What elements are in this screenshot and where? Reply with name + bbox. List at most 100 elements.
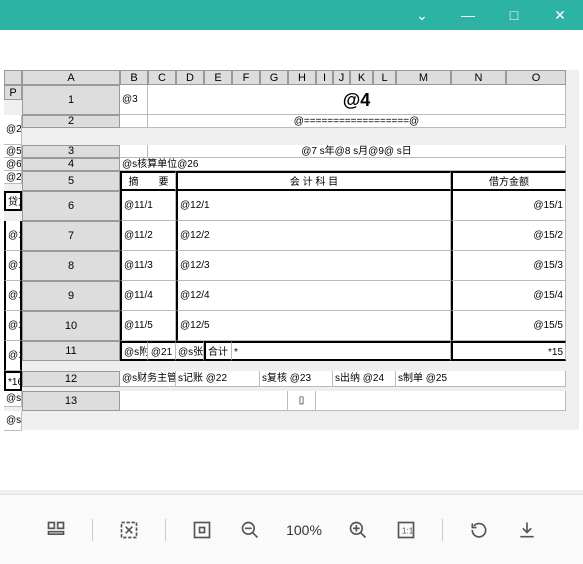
cell-P12[interactable]: @s经办人： — [4, 391, 22, 407]
cell-P4[interactable]: @28 — [4, 171, 22, 184]
cell-A10[interactable]: @11/5 — [120, 311, 176, 341]
svg-text:1:1: 1:1 — [402, 525, 414, 535]
select-all[interactable] — [4, 70, 22, 85]
cell-P10[interactable]: @16/5 — [4, 341, 22, 371]
cell-D8[interactable]: @12/3 — [176, 251, 451, 281]
row-header-1[interactable]: 1 — [22, 85, 120, 115]
cell-P1[interactable]: @27 — [4, 115, 22, 145]
cell-A6[interactable]: @11/1 — [120, 191, 176, 221]
cell-P9[interactable]: @16/4 — [4, 311, 22, 341]
col-header-M[interactable]: M — [396, 70, 451, 85]
cell-mid3[interactable]: @7 s年@8 s月@9@ s日 — [148, 145, 566, 158]
header-credit[interactable]: 贷方金额 — [4, 191, 22, 211]
cell-mid2[interactable]: @==================@ — [148, 115, 566, 128]
col-header-F[interactable]: F — [232, 70, 260, 85]
cell-D7[interactable]: @12/2 — [176, 221, 451, 251]
minimize-button[interactable]: — — [445, 0, 491, 30]
header-summary[interactable]: 摘 要 — [120, 171, 176, 191]
zoom-in-icon[interactable] — [346, 518, 370, 542]
rotate-icon[interactable] — [467, 518, 491, 542]
cell-D10[interactable]: @12/5 — [176, 311, 451, 341]
col-header-B[interactable]: B — [120, 70, 148, 85]
row-header-11[interactable]: 11 — [22, 341, 120, 361]
cell-A11[interactable]: @s附单据数 — [120, 341, 148, 361]
cell-A3[interactable] — [120, 145, 148, 158]
window-titlebar: ⌄ — □ ✕ — [0, 0, 583, 30]
col-header-E[interactable]: E — [204, 70, 232, 85]
cell-C11[interactable]: @s张 — [176, 341, 204, 361]
row-header-13[interactable]: 13 — [22, 391, 120, 411]
cell-A2[interactable] — [120, 115, 148, 128]
row-header-9[interactable]: 9 — [22, 281, 120, 311]
cell-P2[interactable]: @5 — [4, 145, 22, 158]
cell-N11[interactable]: *15 — [451, 341, 566, 361]
cell-E11[interactable]: * — [232, 341, 451, 361]
row-header-10[interactable]: 10 — [22, 311, 120, 341]
col-header-O[interactable]: O — [506, 70, 566, 85]
col-header-A[interactable]: A — [22, 70, 120, 85]
cell-N6[interactable]: @15/1 — [451, 191, 566, 221]
document-viewport: ABCDEFGHIJKLMNO P1@3@4 @272 @==============… — [0, 30, 583, 490]
download-icon[interactable] — [515, 518, 539, 542]
cell-N10[interactable]: @15/5 — [451, 311, 566, 341]
cell-A4[interactable]: @s核算单位@26 — [120, 158, 566, 171]
cell-P3[interactable]: @6 — [4, 158, 22, 171]
cell-A7[interactable]: @11/2 — [120, 221, 176, 251]
cell-A9[interactable]: @11/4 — [120, 281, 176, 311]
cell-mid13[interactable] — [316, 391, 566, 411]
cell-K12[interactable]: s出纳 @24 — [333, 371, 396, 387]
close-button[interactable]: ✕ — [537, 0, 583, 30]
zoom-out-icon[interactable] — [238, 518, 262, 542]
col-header-J[interactable]: J — [333, 70, 350, 85]
row-header-4[interactable]: 4 — [22, 158, 120, 171]
actual-size-icon[interactable]: 1:1 — [394, 518, 418, 542]
col-header-C[interactable]: C — [148, 70, 176, 85]
cell-D11[interactable]: 合计 — [204, 341, 232, 361]
col-header-G[interactable]: G — [260, 70, 288, 85]
row-header-7[interactable]: 7 — [22, 221, 120, 251]
col-header-I[interactable]: I — [316, 70, 333, 85]
zoom-level: 100% — [286, 522, 322, 538]
cell-N7[interactable]: @15/2 — [451, 221, 566, 251]
cell-D12[interactable]: s记账 @22 — [176, 371, 260, 387]
cell-P8[interactable]: @16/3 — [4, 281, 22, 311]
row-header-6[interactable]: 6 — [22, 191, 120, 221]
shuffle-icon[interactable] — [117, 518, 141, 542]
row-header-2[interactable]: 2 — [22, 115, 120, 128]
col-header-H[interactable]: H — [288, 70, 316, 85]
cell-P11[interactable]: *16 — [4, 371, 22, 391]
title-cell[interactable]: @4 — [148, 85, 566, 115]
viewer-toolbar: 100% 1:1 — [0, 494, 583, 564]
cell-G12[interactable]: s复核 @23 — [260, 371, 333, 387]
row-header-8[interactable]: 8 — [22, 251, 120, 281]
header-subject[interactable]: 会 计 科 目 — [176, 171, 451, 191]
cell-P13[interactable]: @s[新骏爵软件] — [4, 411, 22, 431]
row-header-12[interactable]: 12 — [22, 371, 120, 387]
row-header-5[interactable]: 5 — [22, 171, 120, 191]
cell-P6[interactable]: @16/1 — [4, 221, 22, 251]
cell-A1[interactable]: @3 — [120, 85, 148, 115]
cell-B11[interactable]: @21 — [148, 341, 176, 361]
cell-cursor[interactable]: ▯ — [288, 391, 316, 411]
col-header-L[interactable]: L — [373, 70, 396, 85]
cell-A13[interactable] — [120, 391, 288, 411]
col-header-K[interactable]: K — [350, 70, 373, 85]
fit-icon[interactable] — [190, 518, 214, 542]
maximize-button[interactable]: □ — [491, 0, 537, 30]
cell-N9[interactable]: @15/4 — [451, 281, 566, 311]
cell-A8[interactable]: @11/3 — [120, 251, 176, 281]
cell-D9[interactable]: @12/4 — [176, 281, 451, 311]
spreadsheet[interactable]: ABCDEFGHIJKLMNO P1@3@4 @272 @==============… — [4, 70, 579, 430]
col-header-D[interactable]: D — [176, 70, 204, 85]
cell-D6[interactable]: @12/1 — [176, 191, 451, 221]
thumbnails-icon[interactable] — [44, 518, 68, 542]
cell-A12[interactable]: @s财务主管 — [120, 371, 176, 387]
cell-P7[interactable]: @16/2 — [4, 251, 22, 281]
cell-N8[interactable]: @15/3 — [451, 251, 566, 281]
dropdown-button[interactable]: ⌄ — [399, 0, 445, 30]
header-debit[interactable]: 借方金额 — [451, 171, 566, 191]
col-header-N[interactable]: N — [451, 70, 506, 85]
col-header-P[interactable]: P — [4, 85, 22, 100]
row-header-3[interactable]: 3 — [22, 145, 120, 158]
cell-M12[interactable]: s制单 @25 — [396, 371, 566, 387]
